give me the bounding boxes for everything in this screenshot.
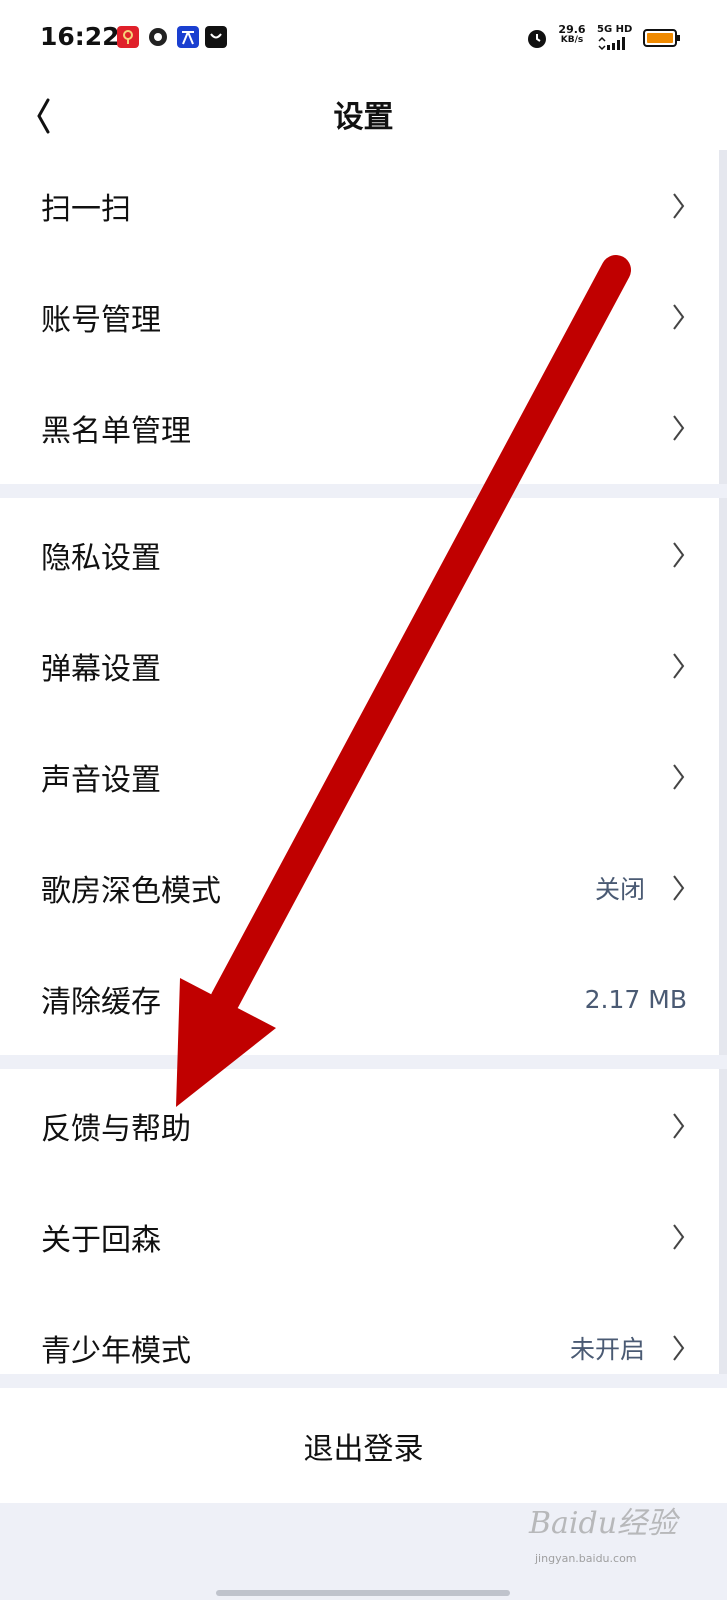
chevron-right-icon: [673, 415, 685, 441]
watermark-url: jingyan.baidu.com: [535, 1552, 637, 1565]
section-divider: [0, 484, 727, 498]
status-right: 29.6 KB/s 5G HD: [528, 23, 687, 54]
row-label: 黑名单管理: [41, 414, 191, 449]
chevron-right-icon: [673, 1113, 685, 1139]
settings-row-account[interactable]: 账号管理: [0, 261, 727, 373]
settings-row-clear-cache[interactable]: 清除缓存 2.17 MB: [0, 943, 727, 1055]
row-label: 扫一扫: [41, 192, 131, 227]
row-label: 清除缓存: [41, 985, 161, 1020]
chevron-right-icon: [673, 304, 685, 330]
signal-icon: 5G HD: [597, 24, 633, 52]
nav-bar: 设置: [0, 78, 727, 148]
net-speed: 29.6 KB/s: [558, 23, 586, 45]
row-label: 反馈与帮助: [41, 1112, 191, 1147]
settings-row-feedback[interactable]: 反馈与帮助: [0, 1070, 727, 1182]
ball-icon: [147, 26, 169, 48]
chevron-right-icon: [673, 875, 685, 901]
row-label: 歌房深色模式: [41, 874, 221, 909]
chevron-right-icon: [673, 193, 685, 219]
settings-row-privacy[interactable]: 隐私设置: [0, 499, 727, 611]
cache-size-value: 2.17 MB: [584, 984, 687, 1014]
section-divider: [0, 1374, 727, 1388]
baidu-watermark: Baidu经验 jingyan.baidu.com: [527, 1496, 687, 1570]
watermark-text: Baidu经验: [529, 1506, 678, 1541]
row-label: 关于回森: [41, 1223, 161, 1258]
page-title: 设置: [333, 100, 394, 135]
row-value: 关闭: [594, 875, 645, 904]
chevron-right-icon: [673, 542, 685, 568]
home-indicator[interactable]: [216, 1590, 510, 1596]
row-label: 账号管理: [41, 303, 161, 338]
settings-row-danmaku[interactable]: 弹幕设置: [0, 610, 727, 722]
chevron-right-icon: [673, 1335, 685, 1361]
settings-row-dark-mode[interactable]: 歌房深色模式 关闭: [0, 832, 727, 944]
translate-icon: [177, 26, 199, 48]
red-envelope-icon: [117, 26, 139, 48]
chevron-right-icon: [673, 1224, 685, 1250]
logout-button[interactable]: 退出登录: [0, 1388, 727, 1503]
status-time: 16:22: [40, 22, 120, 51]
bag-icon: [205, 26, 227, 48]
battery-icon: [643, 29, 680, 47]
section-divider: [0, 1055, 727, 1069]
alarm-icon: [525, 26, 549, 50]
settings-row-sound[interactable]: 声音设置: [0, 721, 727, 833]
chevron-right-icon: [673, 764, 685, 790]
settings-row-about[interactable]: 关于回森: [0, 1181, 727, 1293]
settings-row-blacklist[interactable]: 黑名单管理: [0, 372, 727, 484]
row-label: 弹幕设置: [41, 652, 161, 687]
chevron-right-icon: [673, 653, 685, 679]
logout-section: 退出登录: [0, 1388, 727, 1503]
row-label: 隐私设置: [41, 541, 161, 576]
status-bar: 16:22 29.6 KB/s 5G HD: [0, 0, 727, 78]
settings-row-scan[interactable]: 扫一扫: [0, 150, 727, 262]
row-label: 声音设置: [41, 763, 161, 798]
